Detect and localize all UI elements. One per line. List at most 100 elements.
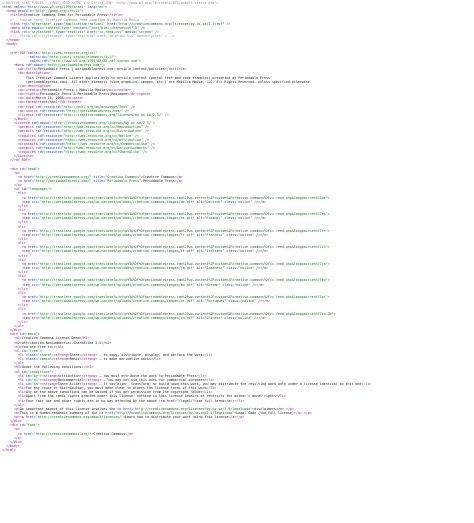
text-content: — to make derivative works	[97, 357, 151, 362]
attribute-name: alt=	[194, 232, 205, 237]
markup-tag: />	[140, 150, 147, 155]
markup-tag: </a>	[174, 179, 183, 184]
attribute-value: "noline"	[238, 232, 255, 237]
attribute-name: src=	[31, 199, 40, 204]
markup-tag: >	[327, 228, 330, 233]
attribute-name: alt=	[194, 315, 205, 320]
attribute-name: href=	[25, 415, 36, 420]
markup-tag: />	[142, 129, 149, 134]
attribute-value: "noline"	[236, 199, 253, 204]
attribute-name: href=	[23, 431, 34, 436]
attribute-name: alt=	[194, 216, 205, 221]
attribute-name: class=	[224, 249, 239, 254]
attribute-value: "http://periodablepress.com/wp-content/u…	[39, 216, 195, 221]
attribute-name: alt=	[194, 266, 205, 270]
attribute-value: "http://periodablepress.com/wp-content/u…	[39, 282, 195, 287]
markup-tag: >	[327, 294, 330, 299]
attribute-value: "http://periodablepress.com/"	[33, 179, 92, 184]
attribute-value: "http://periodablepress.com/wp-content/u…	[39, 232, 195, 237]
text-content: Periodable Press	[143, 179, 175, 184]
markup-tag: </strong>	[79, 357, 98, 362]
markup-tag: >	[333, 311, 336, 316]
attribute-value: "Francais"	[204, 232, 225, 237]
attribute-name: src=	[31, 216, 40, 221]
markup-tag: >	[327, 195, 330, 200]
attribute-value: "languages"	[27, 187, 50, 192]
attribute-value: "Chinese"	[204, 315, 223, 320]
markup-tag: </a>	[258, 199, 267, 204]
markup-tag: />	[162, 112, 169, 117]
attribute-name: title=	[91, 179, 106, 184]
markup-tag: </li>	[275, 394, 286, 399]
attribute-value: "http://periodablepress.com/wp-content/u…	[39, 299, 195, 304]
attribute-value: "Periodable Press"	[105, 179, 141, 184]
markup-tag: >	[327, 261, 330, 266]
attribute-name: class=	[220, 282, 235, 287]
attribute-name: src=	[31, 266, 40, 270]
markup-tag: >	[105, 5, 108, 10]
attribute-name: alt=	[194, 199, 205, 204]
markup-tag: >	[327, 278, 330, 283]
attribute-value: "http://web.resource.org/cc/ShareAlike"	[63, 150, 141, 155]
markup-tag: </p>	[303, 410, 312, 415]
markup-tag: <body>	[5, 42, 18, 47]
attribute-value: "http://creativecommons.org/about/licens…	[35, 415, 124, 420]
text-content: Remix	[69, 357, 80, 362]
markup-tag: </p>	[236, 415, 245, 420]
attribute-name: src=	[31, 282, 40, 287]
markup-tag: >	[138, 58, 141, 63]
attribute-value: "noline"	[236, 315, 253, 320]
attribute-value: "noline"	[240, 299, 257, 304]
attribute-value: "Portugues"	[204, 299, 227, 304]
attribute-name: src=	[31, 299, 40, 304]
attribute-name: alt=	[194, 299, 205, 304]
attribute-value: "Japanese"	[204, 266, 225, 270]
attribute-value: "noline"	[238, 249, 255, 254]
markup-tag: >	[327, 212, 330, 217]
text-content: Learn how to distribute your work using …	[125, 415, 229, 420]
markup-tag: </a>	[125, 431, 134, 436]
attribute-value: "http://creativecommons.org/licenses/by-…	[61, 112, 163, 117]
attribute-name: class=	[222, 315, 237, 320]
text-content: Periodable Press | periodablepress.com: …	[37, 67, 165, 72]
markup-tag: </a>	[256, 282, 265, 287]
markup-tag: </h2>	[101, 340, 112, 345]
attribute-value: "Italiano"	[204, 249, 225, 254]
attribute-name: src=	[31, 249, 40, 254]
markup-tag: </rdf:RDF>	[9, 158, 30, 163]
attribute-name: rdf:resource=	[35, 112, 62, 117]
attribute-value: "remix"	[37, 357, 52, 362]
attribute-name: alt=	[194, 282, 205, 287]
markup-tag: </a>	[258, 315, 267, 320]
attribute-name: class=	[222, 199, 237, 204]
attribute-value: "http://periodablepress.com/wp-content/u…	[39, 249, 195, 254]
markup-tag: >	[152, 121, 155, 126]
attribute-name: alt=	[194, 249, 205, 254]
text-content: (periodablepress.com). All other element…	[25, 79, 312, 84]
attribute-name: lang=	[85, 5, 98, 10]
markup-tag: </h3>	[53, 344, 64, 349]
attribute-name: class=	[25, 357, 38, 362]
markup-tag: />	[148, 145, 155, 150]
markup-tag: </a>	[258, 216, 267, 221]
text-content: Creative Commons	[93, 431, 126, 436]
text-content: Your fair use and other rights are in no…	[25, 398, 235, 403]
markup-tag: </li>	[150, 357, 161, 362]
attribute-value: "http://periodablepress.com/wp-content/u…	[39, 315, 195, 320]
attribute-value: "Deutsch"	[204, 199, 223, 204]
markup-tag: />	[224, 21, 231, 26]
markup-tag: >	[49, 187, 52, 192]
markup-tag: </a>	[260, 249, 269, 254]
attribute-name: class=	[224, 232, 239, 237]
attribute-value: "http://periodablepress.com/wp-content/u…	[39, 266, 195, 270]
attribute-name: class=	[226, 299, 241, 304]
markup-tag: />	[129, 104, 136, 109]
code-comment: <!-- <link rel="stylesheet" type="text/c…	[9, 34, 175, 39]
text-content: Legal Code (the full license)	[236, 410, 294, 415]
markup-tag: </li>	[361, 381, 372, 386]
markup-tag: </h3>	[83, 365, 94, 370]
markup-tag: >	[37, 166, 40, 171]
attribute-name: href=	[23, 179, 34, 184]
attribute-value: "foot"	[25, 423, 38, 428]
attribute-name: src=	[31, 315, 40, 320]
